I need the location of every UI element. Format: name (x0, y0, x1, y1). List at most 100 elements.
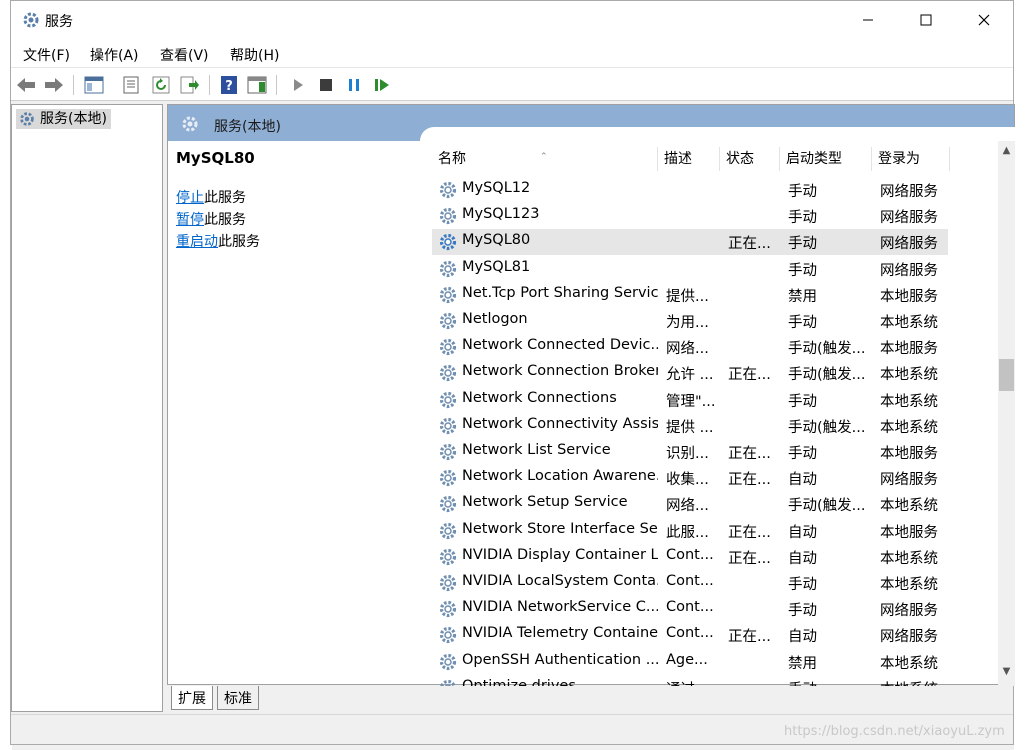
service-log-on-as: 本地系统 (880, 315, 938, 331)
service-description: 提供... (666, 288, 709, 305)
scroll-up-arrow-icon[interactable]: ▲ (998, 145, 1015, 161)
show-hide-tree-button[interactable] (83, 74, 105, 96)
back-button[interactable] (15, 74, 37, 96)
service-log-on-as: 本地系统 (880, 367, 938, 384)
tree-item-services-local[interactable]: 服务(本地) (16, 109, 111, 129)
pane-tab-curve (420, 127, 1016, 141)
scroll-down-arrow-icon[interactable]: ▼ (998, 666, 1015, 682)
service-row[interactable]: MySQL80 正在... 手动 网络服务 (432, 229, 948, 256)
column-header-startup-type[interactable]: 启动类型 (780, 147, 872, 171)
service-status: 正在... (728, 550, 771, 567)
export-list-button[interactable] (179, 74, 201, 96)
title-bar: 服务 (11, 1, 1013, 39)
column-header-log-on-as[interactable]: 登录为 (872, 147, 950, 171)
service-row[interactable]: Net.Tcp Port Sharing Service 提供... 禁用 本地服务 (432, 282, 948, 308)
maximize-button[interactable] (897, 1, 955, 39)
close-button[interactable] (955, 1, 1013, 39)
refresh-icon (152, 76, 170, 94)
menu-file[interactable]: 文件(F) (23, 45, 70, 65)
service-log-on-as: 网络服务 (880, 236, 938, 253)
service-description-panel: MySQL80 停止此服务 暂停此服务 重启动此服务 (176, 149, 416, 250)
pause-service-button[interactable] (343, 74, 365, 96)
vertical-scrollbar[interactable]: ▲ ▼ (998, 141, 1015, 686)
stop-service-button[interactable] (315, 74, 337, 96)
service-startup-type: 手动 (788, 446, 817, 462)
service-name: Network Store Interface Se... (462, 520, 658, 537)
restart-service-icon (375, 79, 389, 91)
service-log-on-as: 本地系统 (880, 419, 938, 436)
service-description: Cont... (666, 573, 714, 589)
start-service-button[interactable] (287, 74, 309, 96)
service-row[interactable]: NVIDIA Telemetry Container Cont... 正在... 自动… (432, 622, 948, 648)
column-header-status[interactable]: 状态 (720, 147, 780, 171)
services-gear-icon (20, 112, 34, 126)
service-log-on-as: 本地系统 (880, 577, 938, 593)
service-startup-type: 手动 (788, 210, 817, 227)
forward-button[interactable] (43, 74, 65, 96)
service-name: NVIDIA LocalSystem Conta... (462, 573, 658, 589)
service-status: 正在... (728, 472, 771, 489)
service-gear-icon (439, 365, 457, 382)
pause-service-link[interactable]: 暂停 (176, 212, 204, 228)
service-log-on-as: 网络服务 (880, 603, 938, 620)
properties-button[interactable] (120, 74, 142, 96)
service-row[interactable]: NVIDIA LocalSystem Conta... Cont... 手动 本地系统 (432, 570, 948, 596)
services-gear-icon (23, 12, 39, 28)
service-row[interactable]: Network Store Interface Se... 此服... 正在... 自… (432, 518, 948, 544)
scroll-thumb[interactable] (999, 359, 1014, 391)
view-tabs: 扩展 标准 (167, 685, 1015, 713)
service-row[interactable]: MySQL81 手动 网络服务 (432, 256, 948, 282)
service-row[interactable]: NVIDIA NetworkService C... Cont... 手动 网络服务 (432, 596, 948, 622)
service-row[interactable]: Network Setup Service 网络... 手动(触发... 本地系统 (432, 491, 948, 517)
help-button[interactable]: ? (218, 74, 240, 96)
service-row[interactable]: Network Connection Broker 允许 ... 正在... 手动(触… (432, 360, 948, 386)
service-row[interactable]: Netlogon 为用... 手动 本地系统 (432, 308, 948, 334)
service-startup-type: 手动 (788, 393, 817, 410)
background-right (1014, 0, 1025, 750)
service-startup-type: 自动 (788, 524, 817, 541)
service-status: 正在... (728, 446, 771, 462)
service-row[interactable]: OpenSSH Authentication ... Age... 禁用 本地系统 (432, 649, 948, 675)
service-row[interactable]: MySQL123 手动 网络服务 (432, 203, 948, 229)
service-description: 此服... (666, 524, 709, 541)
service-gear-icon (439, 286, 457, 303)
column-header-label: 登录为 (878, 151, 920, 167)
service-row[interactable]: Network Location Awarene... 收集... 正在... 自动 网… (432, 465, 948, 491)
menu-action[interactable]: 操作(A) (90, 45, 139, 65)
action-pane-icon (247, 76, 267, 94)
service-name: NVIDIA Telemetry Container (462, 625, 658, 642)
tab-extended[interactable]: 扩展 (171, 686, 213, 710)
services-list: 名称 ⌃ 描述 状态 启动类型 登录为 MySQL12 手动 网络服务 MySQL12… (432, 141, 998, 686)
service-name: Network Connectivity Assis... (462, 415, 658, 432)
refresh-button[interactable] (150, 74, 172, 96)
service-name: MySQL80 (462, 232, 531, 249)
service-row[interactable]: NVIDIA Display Container LS Cont... 正在... 自… (432, 544, 948, 570)
menu-view[interactable]: 查看(V) (160, 45, 209, 65)
service-row[interactable]: Network Connections 管理"... 手动 本地系统 (432, 387, 948, 413)
menu-help[interactable]: 帮助(H) (230, 45, 279, 65)
column-header-description[interactable]: 描述 (658, 147, 720, 171)
restart-service-button[interactable] (371, 74, 393, 96)
service-row[interactable]: Network Connectivity Assis... 提供 ... 手动(触发… (432, 413, 948, 439)
service-gear-icon (439, 548, 457, 565)
column-header-name[interactable]: 名称 ⌃ (432, 147, 658, 171)
toolbar: ? (11, 67, 1013, 101)
service-row[interactable]: Network Connected Devic... 网络... 手动(触发... 本… (432, 334, 948, 360)
action-pane-button[interactable] (246, 74, 268, 96)
service-gear-icon (439, 260, 457, 277)
service-name: Network Connected Devic... (462, 337, 658, 354)
toolbar-separator (276, 75, 277, 95)
service-row[interactable]: MySQL12 手动 网络服务 (432, 177, 948, 203)
tab-standard[interactable]: 标准 (217, 686, 259, 710)
service-row[interactable]: Network List Service 识别... 正在... 手动 本地服务 (432, 439, 948, 465)
service-description: Cont... (666, 625, 714, 642)
svg-text:?: ? (225, 79, 233, 94)
service-log-on-as: 网络服务 (880, 262, 938, 279)
minimize-button[interactable] (839, 1, 897, 39)
restart-service-link[interactable]: 重启动 (176, 234, 218, 250)
pane-header-title: 服务(本地) (214, 119, 281, 135)
service-description: 管理"... (666, 393, 716, 410)
close-icon (978, 14, 990, 26)
stop-service-link[interactable]: 停止 (176, 190, 204, 206)
service-startup-type: 手动 (788, 315, 817, 331)
